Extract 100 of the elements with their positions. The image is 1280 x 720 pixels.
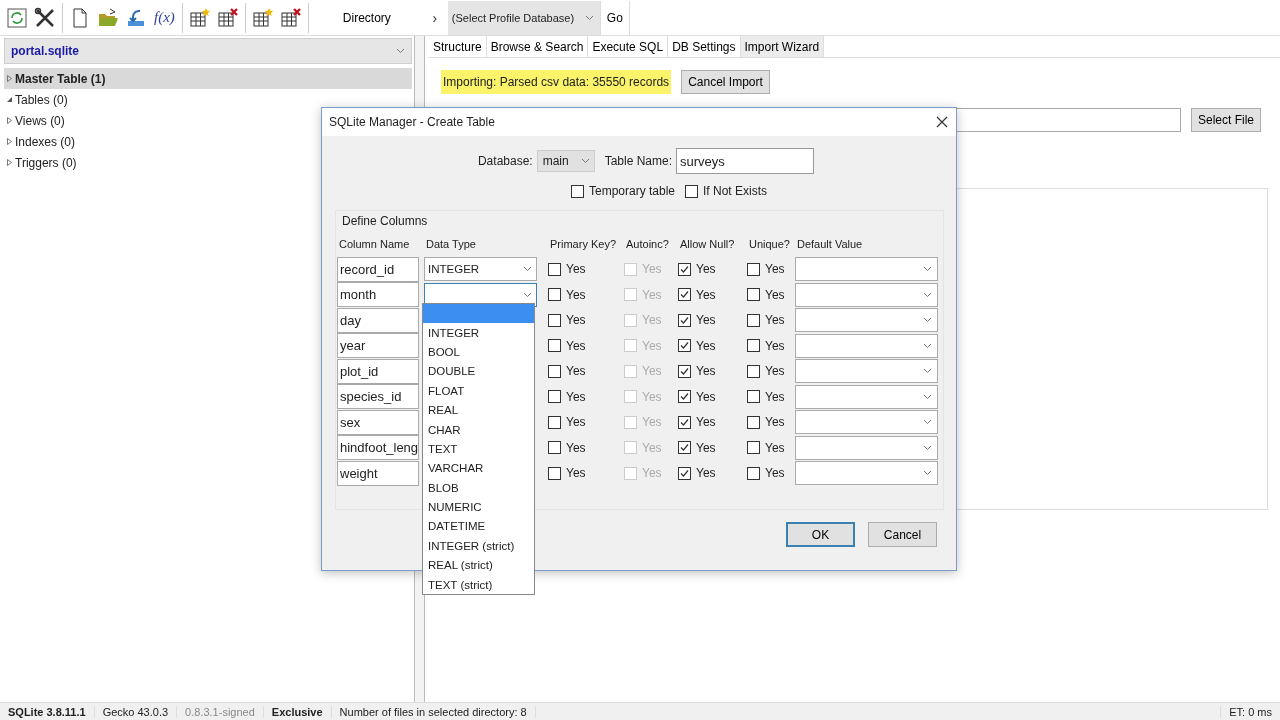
data-type-option[interactable]: BOOL [423, 342, 534, 362]
status-text: 0.8.3.1-signed [177, 705, 264, 718]
checkbox-label: Yes [696, 262, 716, 277]
directory-arrow-button[interactable]: › [421, 0, 448, 35]
checkbox[interactable] [747, 339, 760, 353]
checkbox[interactable] [678, 441, 691, 455]
expand-arrow-icon[interactable] [6, 96, 13, 103]
checkbox[interactable] [570, 184, 584, 198]
checkbox[interactable] [747, 262, 760, 276]
data-type-option[interactable]: BLOB [423, 478, 534, 498]
checkbox[interactable] [548, 415, 561, 429]
elapsed-time: ET: 0 ms [1220, 705, 1280, 718]
checkbox[interactable] [548, 364, 561, 378]
checkbox[interactable] [685, 184, 698, 198]
create-table-icon[interactable] [188, 6, 211, 29]
profile-database-select[interactable]: (Select Profile Database) [447, 0, 600, 35]
checkbox[interactable] [678, 262, 691, 276]
expand-arrow-icon[interactable] [6, 117, 13, 124]
column-name-field[interactable]: record_id [337, 256, 419, 282]
checkbox[interactable] [548, 288, 561, 302]
checkbox[interactable] [747, 441, 760, 455]
column-name-field[interactable]: sex [337, 409, 419, 435]
tab[interactable]: Import Wizard [740, 36, 825, 57]
checkbox[interactable] [747, 288, 760, 302]
expand-arrow-icon[interactable] [6, 138, 13, 145]
data-type-option[interactable]: TEXT (strict) [423, 574, 534, 595]
ok-button[interactable]: OK [786, 522, 855, 547]
checkbox-label: Temporary table [588, 184, 675, 198]
data-type-option[interactable]: CHAR [423, 419, 534, 440]
tree-item[interactable]: Triggers (0) [4, 152, 412, 173]
checkbox-label: Yes [696, 338, 716, 353]
tree-item[interactable]: Indexes (0) [4, 131, 412, 152]
checkbox[interactable] [747, 415, 760, 429]
refresh-icon[interactable] [6, 6, 28, 29]
checkbox-label: Yes [642, 313, 662, 328]
tools-icon[interactable] [34, 6, 56, 29]
caret-icon [923, 342, 932, 349]
data-type-option[interactable]: VARCHAR [423, 458, 534, 478]
checkbox-label: Yes [642, 338, 662, 353]
data-type-option[interactable]: DATETIME [423, 516, 534, 537]
tree-item[interactable]: Tables (0) [4, 89, 412, 110]
column-name-field[interactable]: day [337, 307, 419, 333]
data-type-select[interactable]: INTEGER [424, 257, 537, 282]
checkbox-label: Yes [566, 262, 586, 277]
data-type-option[interactable]: INTEGER (strict) [423, 536, 534, 556]
checkbox[interactable] [548, 390, 561, 404]
checkbox[interactable] [678, 339, 691, 353]
status-text: Number of files in selected directory: 8 [331, 705, 536, 718]
data-type-option[interactable]: FLOAT [423, 381, 534, 401]
column-name-field[interactable]: year [337, 333, 419, 359]
column-name-field[interactable]: month [337, 282, 419, 308]
checkbox[interactable] [678, 364, 691, 378]
cancel-button[interactable]: Cancel [868, 522, 937, 547]
checkbox[interactable] [678, 390, 691, 404]
data-type-option[interactable]: REAL [423, 400, 534, 420]
checkbox-label: Yes [642, 440, 662, 455]
data-type-option[interactable]: INTEGER [423, 322, 534, 343]
status-text: SQLite 3.8.11.1 [0, 705, 95, 718]
checkbox[interactable] [678, 313, 691, 327]
select-file-button[interactable]: Select File [1191, 108, 1262, 132]
checkbox[interactable] [548, 441, 561, 455]
checkbox[interactable] [548, 313, 561, 327]
checkbox-label: Yes [765, 287, 785, 302]
column-header: Unique? [748, 237, 791, 250]
database-select[interactable]: main [536, 150, 595, 172]
checkbox[interactable] [747, 390, 760, 404]
data-type-option[interactable]: TEXT [423, 439, 534, 459]
function-button[interactable]: f(x) [150, 3, 179, 32]
expand-arrow-icon[interactable] [6, 75, 13, 82]
close-icon[interactable] [936, 116, 948, 128]
open-folder-icon[interactable] [97, 6, 119, 29]
checkbox[interactable] [747, 313, 760, 327]
checkbox-label: Yes [642, 262, 662, 277]
checkbox[interactable] [747, 466, 760, 480]
caret-icon [923, 470, 932, 477]
data-type-option[interactable]: NUMERIC [423, 497, 534, 517]
checkbox[interactable] [548, 262, 561, 276]
column-name-field[interactable]: hindfoot_leng [337, 435, 419, 461]
checkbox-label: Yes [696, 415, 716, 430]
expand-arrow-icon[interactable] [6, 159, 13, 166]
column-name-field[interactable]: weight [337, 460, 419, 486]
checkbox[interactable] [678, 415, 691, 429]
database-select[interactable]: portal.sqlite [4, 38, 412, 64]
tree-item[interactable]: Master Table (1) [4, 68, 412, 89]
column-name-field[interactable]: plot_id [337, 358, 419, 384]
checkbox[interactable] [678, 288, 691, 302]
drop-table-icon[interactable] [216, 6, 239, 29]
cancel-import-button[interactable]: Cancel Import [681, 70, 770, 94]
column-name-field[interactable]: species_id [337, 384, 419, 410]
checkbox[interactable] [548, 466, 561, 480]
drop-index-icon[interactable] [279, 6, 302, 29]
create-index-icon[interactable] [251, 6, 274, 29]
data-type-option[interactable]: REAL (strict) [423, 555, 534, 575]
table-name-field[interactable]: surveys [676, 148, 815, 174]
checkbox[interactable] [678, 466, 691, 480]
checkbox[interactable] [548, 339, 561, 353]
checkbox[interactable] [747, 364, 760, 378]
data-type-option[interactable]: DOUBLE [423, 361, 534, 382]
go-button[interactable]: Go [599, 0, 630, 35]
checkbox-label: Yes [642, 415, 662, 430]
